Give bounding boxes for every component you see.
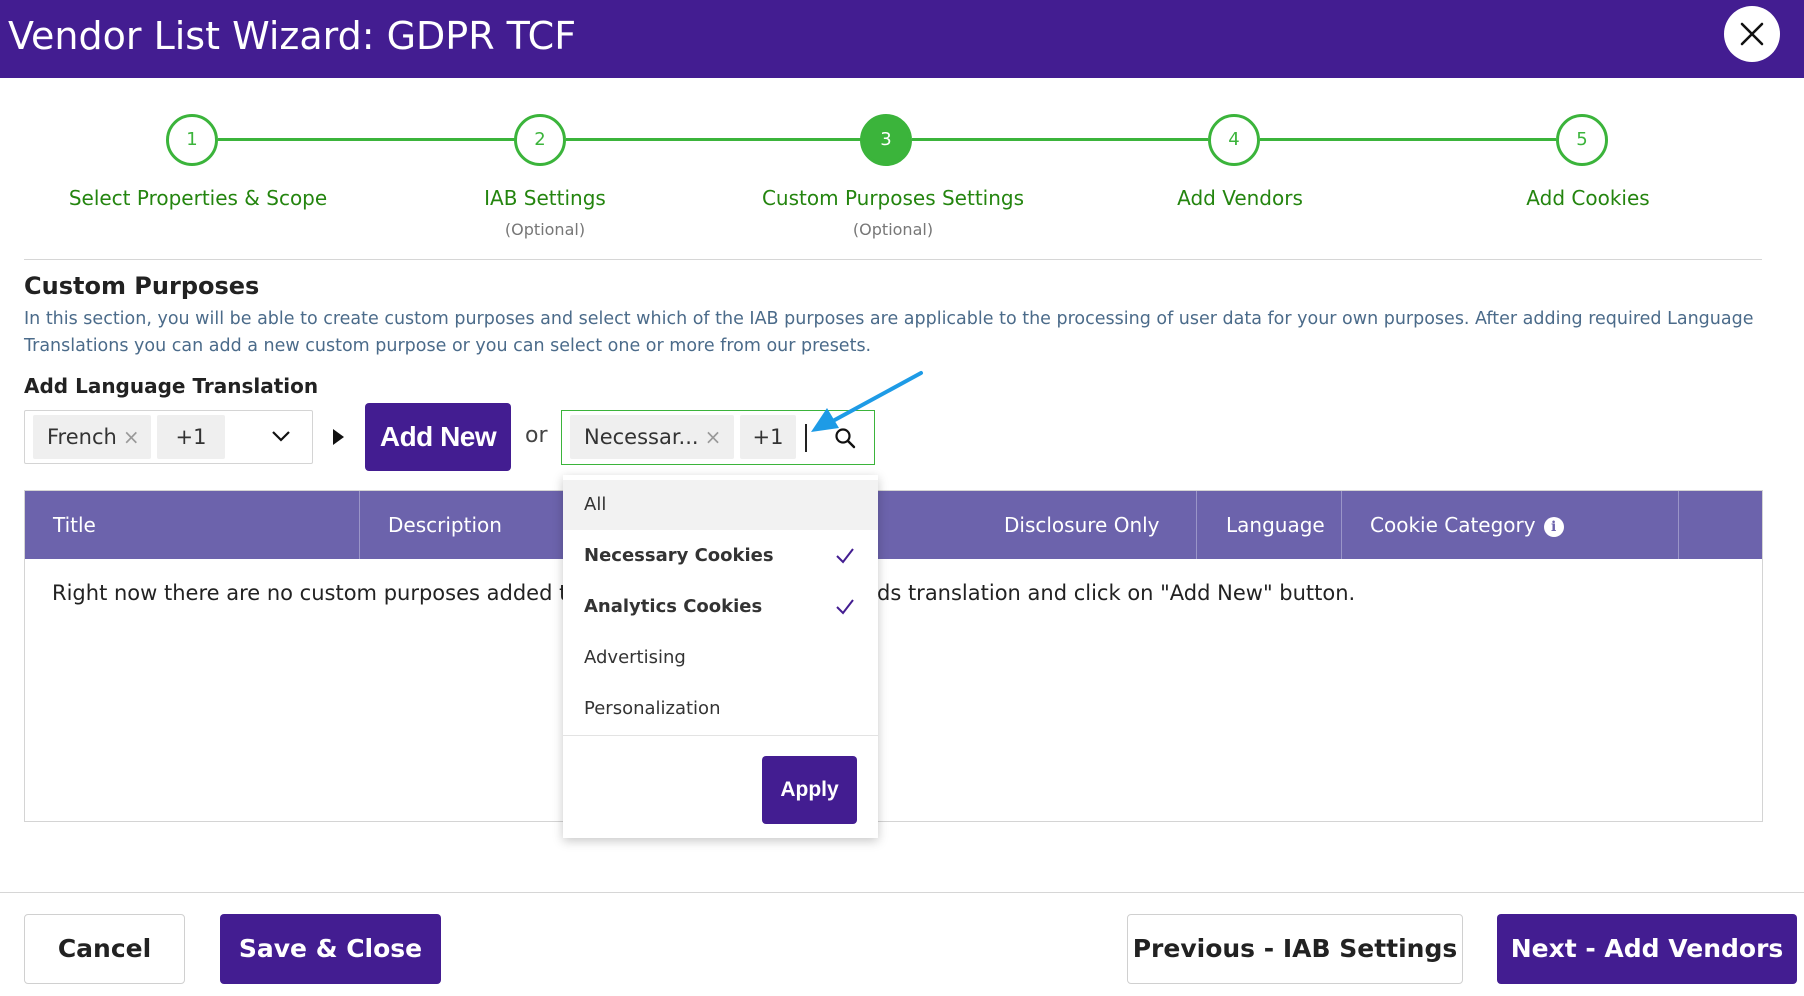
col-separator xyxy=(1678,491,1679,559)
section-description: In this section, you will be able to cre… xyxy=(24,309,1754,356)
next-button[interactable]: Next - Add Vendors xyxy=(1497,914,1797,984)
step-3-circle[interactable]: 3 xyxy=(860,114,912,166)
step-5-label[interactable]: Add Cookies xyxy=(1408,186,1768,210)
save-close-button[interactable]: Save & Close xyxy=(220,914,441,984)
step-connector xyxy=(1260,138,1556,141)
dropdown-option-analytics-cookies[interactable]: Analytics Cookies xyxy=(563,582,878,632)
empty-table-message-end: ds translation and click on "Add New" bu… xyxy=(877,581,1356,605)
check-icon xyxy=(836,548,854,564)
previous-button[interactable]: Previous - IAB Settings xyxy=(1127,914,1463,984)
step-1-label[interactable]: Select Properties & Scope xyxy=(18,186,378,210)
language-chip-label: French xyxy=(47,425,117,449)
col-description[interactable]: Description xyxy=(388,491,502,559)
step-5-circle[interactable]: 5 xyxy=(1556,114,1608,166)
col-language[interactable]: Language xyxy=(1226,491,1325,559)
step-connector xyxy=(566,138,862,141)
step-2-label[interactable]: IAB Settings xyxy=(365,186,725,210)
chevron-down-icon[interactable] xyxy=(271,429,291,443)
language-more-chip: +1 xyxy=(157,415,225,459)
table-header: Title Description Disclosure Only Langua… xyxy=(25,491,1762,559)
chip-remove-icon[interactable]: × xyxy=(705,425,722,449)
step-4-circle[interactable]: 4 xyxy=(1208,114,1260,166)
step-2-optional: (Optional) xyxy=(504,220,586,239)
step-connector xyxy=(218,138,516,141)
col-separator xyxy=(1196,491,1197,559)
step-connector xyxy=(912,138,1208,141)
step-3-optional: (Optional) xyxy=(852,220,934,239)
col-cookie-category[interactable]: Cookie Category i xyxy=(1370,491,1564,559)
play-arrow-icon xyxy=(333,429,344,445)
col-cookie-category-label: Cookie Category xyxy=(1370,513,1536,537)
option-label: Analytics Cookies xyxy=(584,596,763,617)
apply-button[interactable]: Apply xyxy=(762,756,857,824)
col-title[interactable]: Title xyxy=(53,491,96,559)
close-icon xyxy=(1740,22,1764,46)
footer-divider xyxy=(0,892,1804,893)
purpose-more-chip: +1 xyxy=(740,415,796,459)
add-language-label: Add Language Translation xyxy=(24,374,319,398)
custom-purposes-table: Title Description Disclosure Only Langua… xyxy=(24,490,1763,822)
language-select[interactable]: French × +1 xyxy=(24,410,313,464)
divider xyxy=(24,259,1762,260)
language-chip: French × xyxy=(33,415,151,459)
empty-table-message-start: Right now there are no custom purposes a… xyxy=(52,581,609,605)
or-label: or xyxy=(525,423,548,448)
wizard-title: Vendor List Wizard: GDPR TCF xyxy=(8,14,577,58)
step-4-label[interactable]: Add Vendors xyxy=(1060,186,1420,210)
dropdown-option-personalization[interactable]: Personalization xyxy=(563,684,878,734)
annotation-arrow-icon xyxy=(811,371,923,432)
info-icon[interactable]: i xyxy=(1543,516,1564,537)
dropdown-divider xyxy=(563,735,878,736)
wizard-header: Vendor List Wizard: GDPR TCF xyxy=(0,0,1804,78)
preset-purpose-dropdown: All Necessary Cookies Analytics Cookies … xyxy=(563,475,878,838)
purpose-chip: Necessar... × xyxy=(570,415,734,459)
step-3-label[interactable]: Custom Purposes Settings xyxy=(713,186,1073,210)
cancel-button[interactable]: Cancel xyxy=(24,914,185,984)
dropdown-option-necessary-cookies[interactable]: Necessary Cookies xyxy=(563,531,878,581)
section-title: Custom Purposes xyxy=(24,272,260,300)
chip-remove-icon[interactable]: × xyxy=(123,425,140,449)
step-2-circle[interactable]: 2 xyxy=(514,114,566,166)
dropdown-option-all[interactable]: All xyxy=(563,480,878,530)
col-separator xyxy=(1341,491,1342,559)
check-icon xyxy=(836,599,854,615)
col-separator xyxy=(359,491,360,559)
close-button[interactable] xyxy=(1724,6,1780,62)
step-1-circle[interactable]: 1 xyxy=(166,114,218,166)
add-new-button[interactable]: Add New xyxy=(365,403,511,471)
purpose-chip-label: Necessar... xyxy=(584,425,699,449)
option-label: Necessary Cookies xyxy=(584,545,774,566)
col-disclosure-only[interactable]: Disclosure Only xyxy=(1004,491,1160,559)
dropdown-option-advertising[interactable]: Advertising xyxy=(563,633,878,683)
